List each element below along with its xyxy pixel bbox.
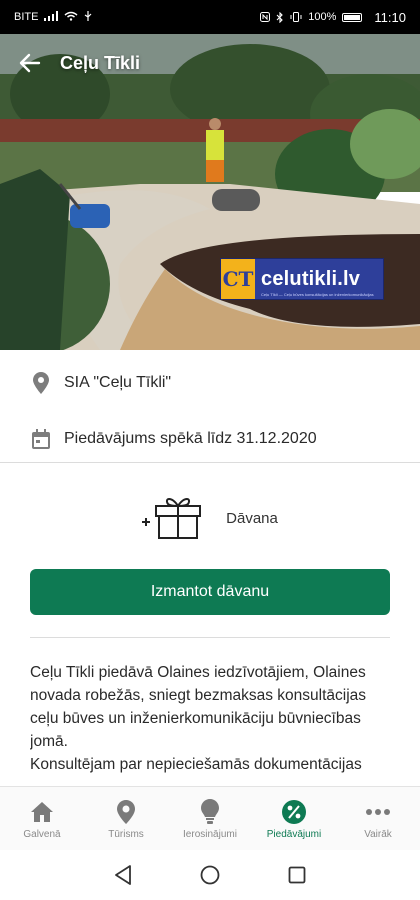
status-bar: BITE 100% 11:10 [0, 0, 420, 34]
brand-logo-text: celutikli.lv [261, 267, 361, 290]
wifi-icon [64, 11, 78, 24]
nav-label-home: Galvenā [23, 828, 61, 840]
nav-item-suggestions[interactable]: Ierosinājumi [168, 787, 252, 850]
calendar-icon [30, 429, 52, 449]
nav-item-offers[interactable]: Piedāvājumi [252, 787, 336, 850]
vibrate-icon [290, 12, 302, 22]
company-name: SIA "Ceļu Tīkli" [64, 374, 172, 391]
app-bar: Ceļu Tīkli [0, 34, 420, 92]
arrow-left-icon [19, 53, 41, 73]
home-icon [30, 798, 54, 826]
nav-label-more: Vairāk [364, 828, 392, 840]
offer-description: Ceļu Tīkli piedāvā Olaines iedzīvotājiem… [30, 661, 392, 786]
circle-home-icon [200, 865, 220, 885]
description-paragraph: Konsultējam par nepieciešamās dokumentāc… [30, 756, 362, 773]
lightbulb-icon [201, 798, 219, 826]
use-gift-button[interactable]: Izmantot dāvanu [30, 569, 390, 615]
bluetooth-icon [276, 11, 284, 23]
page-title: Ceļu Tīkli [60, 52, 141, 73]
percent-badge-icon [281, 798, 307, 826]
location-pin-icon [117, 798, 135, 826]
brand-logo: CT celutikli.lv Ceļu Tīkli — Ceļu būves … [220, 258, 384, 300]
system-recents-button[interactable] [282, 860, 312, 890]
brand-logo-mark: CT [221, 259, 255, 299]
square-recents-icon [288, 866, 306, 884]
location-pin-icon [30, 372, 52, 394]
system-home-button[interactable] [195, 860, 225, 890]
gift-label: Dāvana [226, 510, 278, 527]
carrier-label: BITE [14, 11, 39, 23]
nav-label-suggestions: Ierosinājumi [183, 828, 237, 840]
clock: 11:10 [374, 9, 406, 25]
validity-row: Piedāvājums spēkā līdz 31.12.2020 [0, 411, 420, 467]
brand-logo-subtitle: Ceļu Tīkli — Ceļu būves konsultācijas un… [261, 292, 374, 297]
gift-indicator: Dāvana [0, 492, 420, 545]
bottom-navigation: Galvenā Tūrisms Ierosinājumi Piedāvājumi… [0, 786, 420, 850]
signal-icon [44, 10, 59, 24]
nav-item-home[interactable]: Galvenā [0, 787, 84, 850]
divider [30, 637, 390, 638]
divider [0, 462, 420, 463]
back-button[interactable] [0, 34, 60, 92]
validity-text: Piedāvājums spēkā līdz 31.12.2020 [64, 430, 317, 447]
usb-icon [84, 10, 92, 24]
nav-item-more[interactable]: Vairāk [336, 787, 420, 850]
gift-icon [142, 492, 204, 545]
description-paragraph: Ceļu Tīkli piedāvā Olaines iedzīvotājiem… [30, 664, 367, 750]
battery-percent: 100% [308, 11, 337, 23]
battery-icon [342, 12, 363, 22]
nav-label-offers: Piedāvājumi [266, 828, 322, 840]
nav-item-tourism[interactable]: Tūrisms [84, 787, 168, 850]
offer-info: SIA "Ceļu Tīkli" Piedāvājums spēkā līdz … [0, 350, 420, 467]
nfc-icon [260, 12, 271, 22]
company-row: SIA "Ceļu Tīkli" [0, 355, 420, 411]
more-dots-icon [365, 798, 391, 826]
triangle-back-icon [115, 865, 132, 885]
system-back-button[interactable] [108, 860, 138, 890]
nav-label-tourism: Tūrisms [108, 828, 144, 840]
system-navigation [0, 850, 420, 900]
